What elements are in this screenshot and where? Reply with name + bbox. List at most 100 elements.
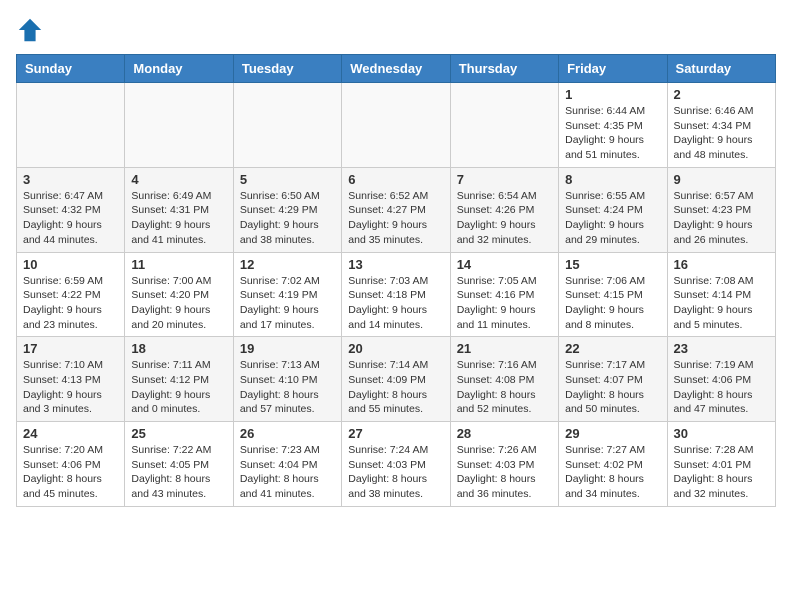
day-info: Sunrise: 6:54 AMSunset: 4:26 PMDaylight:…: [457, 189, 552, 248]
day-info: Sunrise: 6:52 AMSunset: 4:27 PMDaylight:…: [348, 189, 443, 248]
day-number: 5: [240, 172, 335, 187]
day-info: Sunrise: 7:13 AMSunset: 4:10 PMDaylight:…: [240, 358, 335, 417]
header-cell-monday: Monday: [125, 55, 233, 83]
day-number: 29: [565, 426, 660, 441]
day-cell-23: 23 Sunrise: 7:19 AMSunset: 4:06 PMDayligh…: [667, 337, 775, 422]
header-cell-wednesday: Wednesday: [342, 55, 450, 83]
day-info: Sunrise: 7:23 AMSunset: 4:04 PMDaylight:…: [240, 443, 335, 502]
day-info: Sunrise: 7:03 AMSunset: 4:18 PMDaylight:…: [348, 274, 443, 333]
day-cell-6: 6 Sunrise: 6:52 AMSunset: 4:27 PMDaylight…: [342, 167, 450, 252]
day-cell-12: 12 Sunrise: 7:02 AMSunset: 4:19 PMDayligh…: [233, 252, 341, 337]
day-cell-11: 11 Sunrise: 7:00 AMSunset: 4:20 PMDayligh…: [125, 252, 233, 337]
day-cell-27: 27 Sunrise: 7:24 AMSunset: 4:03 PMDayligh…: [342, 422, 450, 507]
day-number: 14: [457, 257, 552, 272]
header-cell-sunday: Sunday: [17, 55, 125, 83]
day-number: 11: [131, 257, 226, 272]
day-info: Sunrise: 7:10 AMSunset: 4:13 PMDaylight:…: [23, 358, 118, 417]
day-info: Sunrise: 7:06 AMSunset: 4:15 PMDaylight:…: [565, 274, 660, 333]
day-number: 25: [131, 426, 226, 441]
header-row: SundayMondayTuesdayWednesdayThursdayFrid…: [17, 55, 776, 83]
day-info: Sunrise: 6:44 AMSunset: 4:35 PMDaylight:…: [565, 104, 660, 163]
day-cell-empty: [342, 83, 450, 168]
day-number: 19: [240, 341, 335, 356]
week-row-0: 1Sunrise: 6:44 AMSunset: 4:35 PMDaylight…: [17, 83, 776, 168]
calendar-table: SundayMondayTuesdayWednesdayThursdayFrid…: [16, 54, 776, 507]
day-info: Sunrise: 7:14 AMSunset: 4:09 PMDaylight:…: [348, 358, 443, 417]
day-info: Sunrise: 7:27 AMSunset: 4:02 PMDaylight:…: [565, 443, 660, 502]
day-cell-17: 17Sunrise: 7:10 AMSunset: 4:13 PMDayligh…: [17, 337, 125, 422]
header: [16, 16, 776, 44]
day-info: Sunrise: 6:49 AMSunset: 4:31 PMDaylight:…: [131, 189, 226, 248]
day-cell-empty: [233, 83, 341, 168]
day-number: 13: [348, 257, 443, 272]
week-row-2: 10Sunrise: 6:59 AMSunset: 4:22 PMDayligh…: [17, 252, 776, 337]
day-number: 9: [674, 172, 769, 187]
day-info: Sunrise: 7:16 AMSunset: 4:08 PMDaylight:…: [457, 358, 552, 417]
day-cell-4: 4 Sunrise: 6:49 AMSunset: 4:31 PMDaylight…: [125, 167, 233, 252]
day-info: Sunrise: 6:47 AMSunset: 4:32 PMDaylight:…: [23, 189, 118, 248]
header-cell-thursday: Thursday: [450, 55, 558, 83]
day-number: 6: [348, 172, 443, 187]
day-info: Sunrise: 7:05 AMSunset: 4:16 PMDaylight:…: [457, 274, 552, 333]
day-info: Sunrise: 7:17 AMSunset: 4:07 PMDaylight:…: [565, 358, 660, 417]
day-number: 18: [131, 341, 226, 356]
day-number: 3: [23, 172, 118, 187]
header-cell-friday: Friday: [559, 55, 667, 83]
day-cell-empty: [17, 83, 125, 168]
header-cell-saturday: Saturday: [667, 55, 775, 83]
day-cell-28: 28Sunrise: 7:26 AMSunset: 4:03 PMDayligh…: [450, 422, 558, 507]
day-info: Sunrise: 7:24 AMSunset: 4:03 PMDaylight:…: [348, 443, 443, 502]
day-number: 28: [457, 426, 552, 441]
day-info: Sunrise: 7:00 AMSunset: 4:20 PMDaylight:…: [131, 274, 226, 333]
day-info: Sunrise: 6:46 AMSunset: 4:34 PMDaylight:…: [674, 104, 769, 163]
header-cell-tuesday: Tuesday: [233, 55, 341, 83]
day-cell-1: 1Sunrise: 6:44 AMSunset: 4:35 PMDaylight…: [559, 83, 667, 168]
day-cell-9: 9 Sunrise: 6:57 AMSunset: 4:23 PMDaylight…: [667, 167, 775, 252]
day-cell-29: 29 Sunrise: 7:27 AMSunset: 4:02 PMDayligh…: [559, 422, 667, 507]
day-number: 26: [240, 426, 335, 441]
day-cell-8: 8Sunrise: 6:55 AMSunset: 4:24 PMDaylight…: [559, 167, 667, 252]
day-cell-3: 3 Sunrise: 6:47 AMSunset: 4:32 PMDaylight…: [17, 167, 125, 252]
day-number: 4: [131, 172, 226, 187]
day-info: Sunrise: 7:08 AMSunset: 4:14 PMDaylight:…: [674, 274, 769, 333]
day-info: Sunrise: 6:57 AMSunset: 4:23 PMDaylight:…: [674, 189, 769, 248]
day-number: 20: [348, 341, 443, 356]
day-number: 21: [457, 341, 552, 356]
day-cell-15: 15 Sunrise: 7:06 AMSunset: 4:15 PMDayligh…: [559, 252, 667, 337]
day-cell-30: 30Sunrise: 7:28 AMSunset: 4:01 PMDayligh…: [667, 422, 775, 507]
day-cell-24: 24 Sunrise: 7:20 AMSunset: 4:06 PMDayligh…: [17, 422, 125, 507]
day-number: 16: [674, 257, 769, 272]
day-cell-22: 22 Sunrise: 7:17 AMSunset: 4:07 PMDayligh…: [559, 337, 667, 422]
week-row-1: 3 Sunrise: 6:47 AMSunset: 4:32 PMDaylight…: [17, 167, 776, 252]
day-number: 23: [674, 341, 769, 356]
week-row-4: 24 Sunrise: 7:20 AMSunset: 4:06 PMDayligh…: [17, 422, 776, 507]
day-number: 27: [348, 426, 443, 441]
day-number: 12: [240, 257, 335, 272]
day-info: Sunrise: 6:50 AMSunset: 4:29 PMDaylight:…: [240, 189, 335, 248]
day-number: 24: [23, 426, 118, 441]
day-info: Sunrise: 7:20 AMSunset: 4:06 PMDaylight:…: [23, 443, 118, 502]
day-cell-18: 18 Sunrise: 7:11 AMSunset: 4:12 PMDayligh…: [125, 337, 233, 422]
day-info: Sunrise: 7:02 AMSunset: 4:19 PMDaylight:…: [240, 274, 335, 333]
day-number: 22: [565, 341, 660, 356]
day-info: Sunrise: 7:19 AMSunset: 4:06 PMDaylight:…: [674, 358, 769, 417]
day-cell-25: 25Sunrise: 7:22 AMSunset: 4:05 PMDayligh…: [125, 422, 233, 507]
day-info: Sunrise: 6:55 AMSunset: 4:24 PMDaylight:…: [565, 189, 660, 248]
day-number: 15: [565, 257, 660, 272]
day-cell-20: 20 Sunrise: 7:14 AMSunset: 4:09 PMDayligh…: [342, 337, 450, 422]
day-cell-empty: [450, 83, 558, 168]
day-number: 7: [457, 172, 552, 187]
logo-icon: [16, 16, 44, 44]
day-info: Sunrise: 6:59 AMSunset: 4:22 PMDaylight:…: [23, 274, 118, 333]
week-row-3: 17Sunrise: 7:10 AMSunset: 4:13 PMDayligh…: [17, 337, 776, 422]
day-cell-5: 5 Sunrise: 6:50 AMSunset: 4:29 PMDaylight…: [233, 167, 341, 252]
day-cell-16: 16 Sunrise: 7:08 AMSunset: 4:14 PMDayligh…: [667, 252, 775, 337]
logo: [16, 16, 48, 44]
day-cell-14: 14 Sunrise: 7:05 AMSunset: 4:16 PMDayligh…: [450, 252, 558, 337]
day-cell-10: 10Sunrise: 6:59 AMSunset: 4:22 PMDayligh…: [17, 252, 125, 337]
day-cell-19: 19 Sunrise: 7:13 AMSunset: 4:10 PMDayligh…: [233, 337, 341, 422]
day-cell-7: 7 Sunrise: 6:54 AMSunset: 4:26 PMDaylight…: [450, 167, 558, 252]
day-cell-empty: [125, 83, 233, 168]
day-info: Sunrise: 7:11 AMSunset: 4:12 PMDaylight:…: [131, 358, 226, 417]
day-cell-13: 13 Sunrise: 7:03 AMSunset: 4:18 PMDayligh…: [342, 252, 450, 337]
